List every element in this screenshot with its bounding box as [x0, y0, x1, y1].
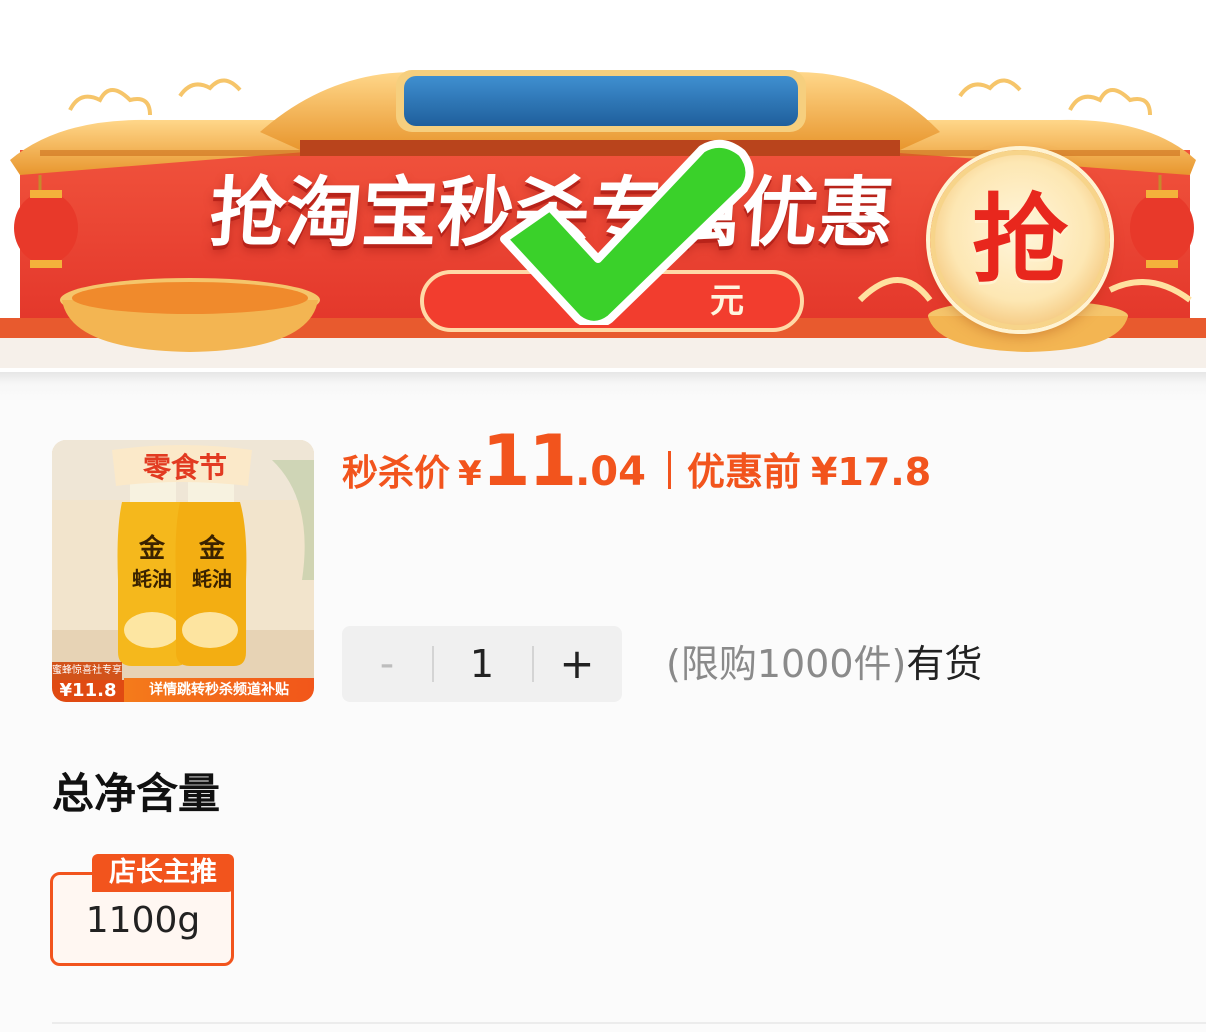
flash-price-label: 秒杀价	[342, 453, 451, 494]
quantity-stepper[interactable]: - 1 +	[342, 626, 622, 702]
subsidy-banner: 详情跳转秒杀频道补贴	[124, 678, 314, 702]
original-price-label: 优惠前	[686, 450, 801, 494]
bottle-label-right: 金 蚝油	[182, 534, 242, 594]
currency-symbol: ¥	[458, 454, 482, 494]
festival-tag: 零食节	[142, 451, 227, 484]
purchase-limit: (限购1000件)	[666, 642, 907, 686]
product-thumbnail[interactable]: 零食节 金 蚝油 金 蚝油 蜜蜂惊喜社专享 ¥11.8 详情跳转秒杀频道补贴	[52, 440, 314, 702]
divider	[52, 1022, 1206, 1024]
recommended-badge: 店长主推	[92, 854, 234, 892]
price-row: 秒杀价 ¥11.04 优惠前 ¥17.8	[342, 420, 931, 504]
thumbnail-price: ¥11.8	[52, 680, 124, 702]
panel-shadow	[0, 372, 1206, 402]
increase-button[interactable]: +	[532, 626, 622, 702]
grab-button-label: 抢	[972, 184, 1068, 296]
exclusive-tag: 蜜蜂惊喜社专享	[52, 662, 122, 680]
spec-title: 总净含量	[52, 769, 221, 818]
bottle-label-line1: 金	[138, 534, 165, 564]
bottle-label-line2: 蚝油	[132, 567, 172, 591]
stock-status: 有货	[906, 642, 983, 686]
flash-price-integer: 11	[481, 420, 577, 502]
spec-option-value: 1100g	[85, 900, 201, 941]
stock-info: (限购1000件)有货	[666, 638, 982, 690]
bottle-label-line1: 金	[198, 534, 225, 564]
price-separator	[667, 451, 671, 489]
promo-banner[interactable]: 抢淘宝秒杀专属优惠 元 抢	[0, 0, 1206, 372]
bottle-label-left: 金 蚝油	[122, 534, 182, 594]
grab-button[interactable]: 抢	[930, 150, 1110, 330]
flash-price-decimal: .04	[575, 449, 646, 495]
quantity-value[interactable]: 1	[434, 626, 530, 702]
bottle-label-line2: 蚝油	[192, 567, 232, 591]
original-price: ¥17.8	[810, 450, 932, 494]
decrease-button[interactable]: -	[342, 626, 432, 702]
checkmark-icon	[500, 139, 754, 325]
